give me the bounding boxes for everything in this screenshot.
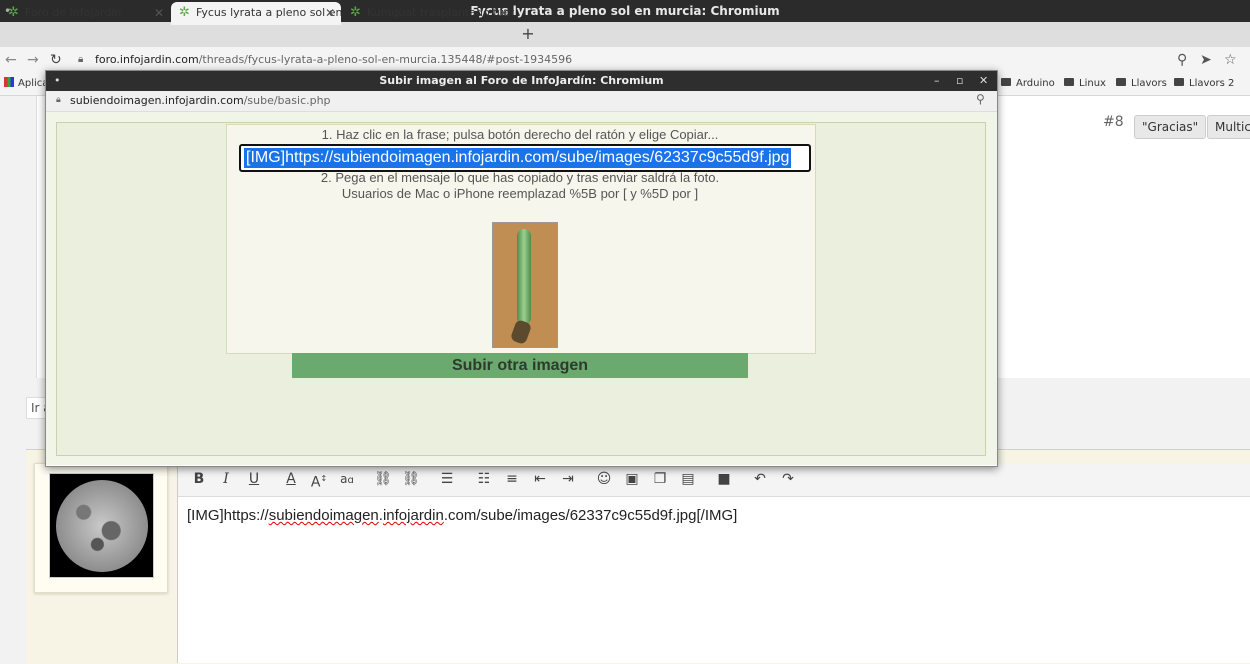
bookmark-linux[interactable]: Linux xyxy=(1064,74,1106,94)
editor-text-sub: infojardin xyxy=(382,507,444,524)
tab-strip xyxy=(0,22,1250,47)
folder-icon xyxy=(1064,78,1074,86)
popup-url-field[interactable]: subiendoimagen.infojardin.com/sube/basic… xyxy=(70,91,331,111)
infojardin-favicon-icon: ✲ xyxy=(179,5,190,20)
popup-title: Subir imagen al Foro de InfoJardín: Chro… xyxy=(379,74,664,87)
media-icon[interactable]: ❐ xyxy=(648,466,672,492)
multiquote-button[interactable]: Multici xyxy=(1207,115,1250,139)
image-icon[interactable]: ▣ xyxy=(620,466,644,492)
forward-arrow-icon[interactable]: → xyxy=(27,47,39,73)
align-icon[interactable]: ☰ xyxy=(435,466,459,492)
post-number[interactable]: #8 xyxy=(1103,114,1124,130)
insert-icon[interactable]: ▤ xyxy=(676,466,700,492)
editor-content[interactable]: [IMG]https://subiendoimagen.infojardin.c… xyxy=(187,507,737,524)
editor-text-prefix: [IMG]https:// xyxy=(187,507,269,524)
lock-icon: 🔒︎ xyxy=(56,95,61,105)
redo-icon[interactable]: ↷ xyxy=(776,466,800,492)
undo-icon[interactable]: ↶ xyxy=(748,466,772,492)
apps-bookmark[interactable]: Aplica xyxy=(4,74,48,94)
bold-icon[interactable]: B xyxy=(187,466,211,492)
window-title: Fycus lyrata a pleno sol en murcia: Chro… xyxy=(470,4,780,18)
step2-instruction: 2. Pega en el mensaje lo que has copiado… xyxy=(320,170,720,185)
infojardin-favicon-icon: ✲ xyxy=(8,5,19,20)
image-code-field[interactable]: [IMG]https://subiendoimagen.infojardin.c… xyxy=(239,144,811,172)
send-icon[interactable]: ➤ xyxy=(1200,47,1212,73)
unlink-icon[interactable]: ⛓ xyxy=(399,466,423,492)
uploaded-image-thumbnail[interactable] xyxy=(492,222,558,348)
plant-cutting-base xyxy=(509,318,533,346)
bullet-list-icon[interactable]: ☷ xyxy=(472,466,496,492)
outdent-icon[interactable]: ⇤ xyxy=(528,466,552,492)
smilie-icon[interactable]: ☺ xyxy=(592,466,616,492)
numbered-list-icon[interactable]: ≡ xyxy=(500,466,524,492)
url-path: /threads/fycus-lyrata-a-pleno-sol-en-mur… xyxy=(198,53,573,66)
folder-icon xyxy=(1001,78,1011,86)
zoom-icon[interactable]: ⚲ xyxy=(1177,47,1187,73)
indent-icon[interactable]: ⇥ xyxy=(556,466,580,492)
bookmark-llavors[interactable]: Llavors xyxy=(1116,74,1167,94)
tab-close-icon[interactable]: ✕ xyxy=(154,2,164,24)
popup-url-path: /sube/basic.php xyxy=(243,94,331,107)
back-arrow-icon[interactable]: ← xyxy=(5,47,17,73)
tab-fycus-lyrata[interactable]: ✲ Fycus lyrata a pleno sol en m ✕ xyxy=(171,2,341,25)
minimize-icon[interactable]: – xyxy=(934,71,940,91)
apps-grid-icon xyxy=(4,77,14,87)
bookmark-label: Arduino xyxy=(1016,78,1055,89)
thanks-button[interactable]: "Gracias" xyxy=(1134,115,1207,139)
avatar[interactable] xyxy=(49,473,154,578)
upload-another-image-button[interactable]: Subir otra imagen xyxy=(292,353,748,378)
new-tab-plus-icon[interactable]: + xyxy=(518,22,538,47)
close-icon[interactable]: ✕ xyxy=(979,71,988,91)
tab-kumquat[interactable]: ✲ Kumquat trasplantado fuera ✕ xyxy=(342,2,514,25)
italic-icon[interactable]: I xyxy=(214,466,238,492)
save-draft-icon[interactable]: ■ xyxy=(712,466,736,492)
infojardin-favicon-icon: ✲ xyxy=(350,5,361,20)
tab-label: Foro de Infojardín xyxy=(25,6,122,19)
tab-foro-infojardin[interactable]: ✲ Foro de Infojardín ✕ xyxy=(0,2,170,25)
editor-text-suffix: .com/sube/images/62337c9c55d9f.jpg[/IMG] xyxy=(443,507,738,524)
apps-label: Aplica xyxy=(18,78,49,89)
link-icon[interactable]: ⛓ xyxy=(371,466,395,492)
bookmark-llavors-2[interactable]: Llavors 2 xyxy=(1174,74,1234,94)
text-color-icon[interactable]: A xyxy=(279,466,303,492)
popup-menu-icon[interactable]: • xyxy=(54,71,61,91)
zoom-icon[interactable]: ⚲ xyxy=(976,92,985,106)
bookmark-label: Llavors xyxy=(1131,78,1167,89)
plant-cutting-image xyxy=(517,229,531,325)
underline-icon[interactable]: U xyxy=(242,466,266,492)
popup-titlebar: Subir imagen al Foro de InfoJardín: Chro… xyxy=(46,71,997,91)
editor-text-domain: subiendoimagen xyxy=(268,507,379,524)
moon-avatar-image xyxy=(56,480,148,572)
url-domain: foro.infojardin.com xyxy=(95,53,199,66)
bookmark-arduino[interactable]: Arduino xyxy=(1001,74,1055,94)
popup-url-domain: subiendoimagen.infojardin.com xyxy=(70,94,244,107)
maximize-icon[interactable]: ▫ xyxy=(956,71,963,91)
image-code-text[interactable]: [IMG]https://subiendoimagen.infojardin.c… xyxy=(244,148,792,168)
folder-icon xyxy=(1174,78,1184,86)
folder-icon xyxy=(1116,78,1126,86)
bookmark-label: Llavors 2 xyxy=(1189,78,1235,89)
font-size-icon[interactable]: A↕ xyxy=(307,466,331,492)
font-family-icon[interactable]: aɑ xyxy=(335,466,359,492)
tab-label: Fycus lyrata a pleno sol en m xyxy=(196,6,341,19)
bookmark-label: Linux xyxy=(1079,78,1106,89)
tab-label: Kumquat trasplantado fuera xyxy=(367,6,514,19)
star-icon[interactable]: ☆ xyxy=(1224,47,1237,73)
tab-close-icon[interactable]: ✕ xyxy=(498,2,508,24)
mac-note: Usuarios de Mac o iPhone reemplazad %5B … xyxy=(341,186,699,201)
tab-close-icon[interactable]: ✕ xyxy=(325,2,335,24)
step1-instruction: 1. Haz clic en la frase; pulsa botón der… xyxy=(321,127,719,142)
